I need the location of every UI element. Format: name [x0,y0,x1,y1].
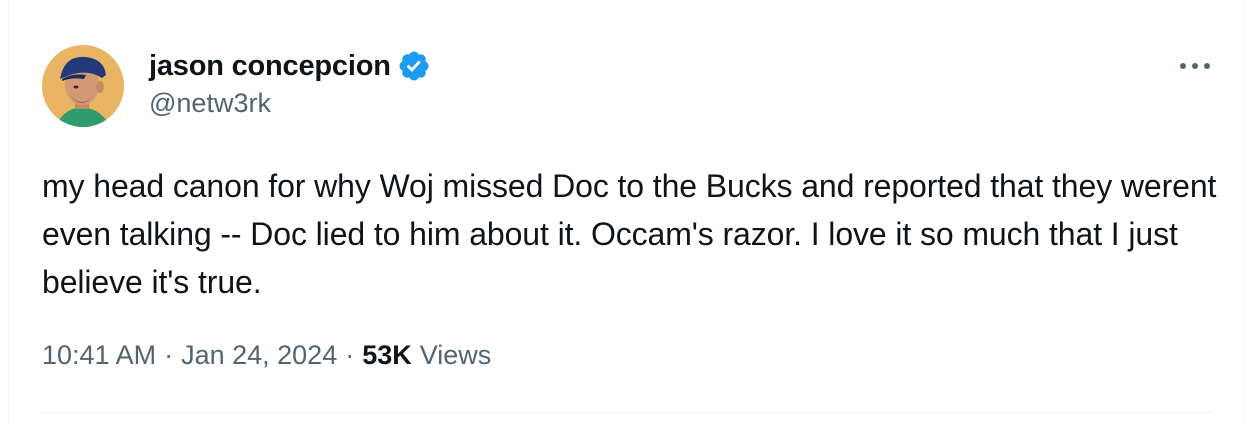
tweet-text: my head canon for why Woj missed Doc to … [42,168,1217,300]
tweet-header: jason concepcion @netw3rk [149,48,431,119]
separator: · [164,340,174,370]
views-count[interactable]: 53K [362,340,412,371]
separator: · [345,340,355,370]
divider [42,412,1213,413]
tweet-card: jason concepcion @netw3rk my head canon … [8,0,1244,424]
avatar[interactable] [42,45,124,127]
user-handle[interactable]: @netw3rk [149,88,431,119]
views-label: Views [419,340,492,370]
tweet-time[interactable]: 10:41 AM [42,340,156,371]
verified-badge-icon [397,49,431,83]
name-row: jason concepcion [149,48,431,84]
avatar-image [42,45,124,127]
tweet-metadata: 10:41 AM · Jan 24, 2024 · 53K Views [42,340,491,371]
more-options-icon[interactable] [1177,56,1213,76]
tweet-date[interactable]: Jan 24, 2024 [181,340,337,371]
display-name[interactable]: jason concepcion [149,50,391,83]
